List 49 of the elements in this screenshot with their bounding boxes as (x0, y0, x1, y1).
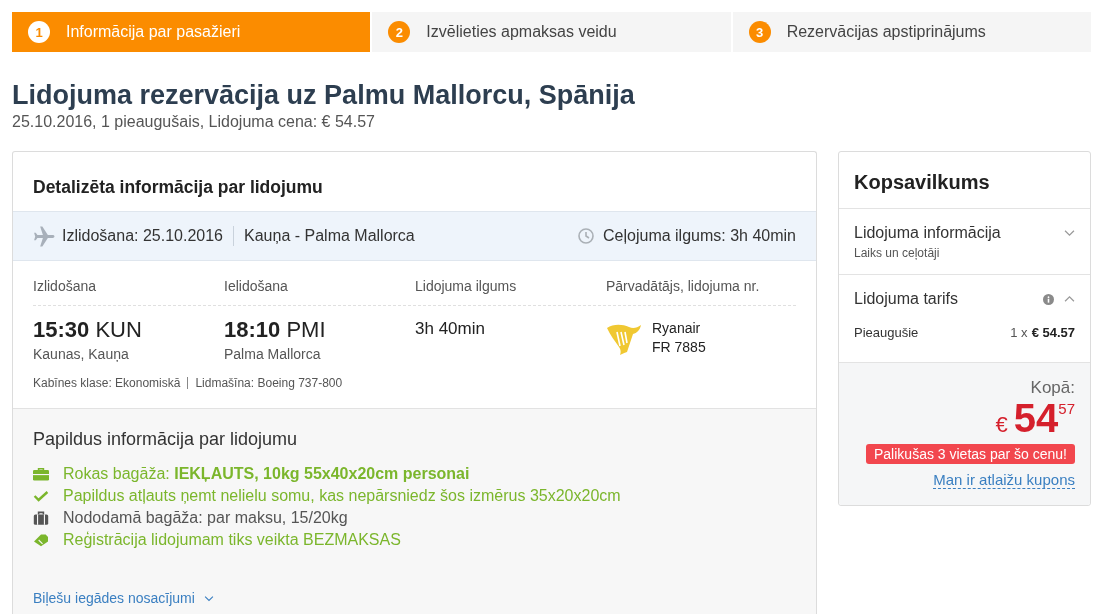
passenger-type: Pieaugušie (854, 325, 919, 341)
total-price: 54$^{57}$ (1013, 396, 1075, 440)
step-number: 2 (388, 21, 411, 43)
baggage-info-text: Nododamā bagāža: par maksu, 15/20kg (63, 508, 348, 528)
departure-time: 15:30 KUN (33, 318, 143, 342)
seats-left-alert: Palikušas 3 vietas par šo cenu! (866, 444, 1075, 464)
check-icon (33, 489, 49, 503)
step-label: Izvēlieties apmaksas veidu (426, 23, 617, 41)
cabin-class: Kabīnes klase: Ekonomiskā (33, 375, 181, 391)
flight-number: FR 7885 (652, 338, 706, 357)
suitcase-icon (33, 511, 49, 525)
column-header: Ielidošana (224, 277, 289, 295)
coupon-link[interactable]: Man ir atlaižu kupons (933, 471, 1075, 489)
summary-title: Kopsavilkums (839, 152, 1090, 209)
accordion-header[interactable]: Lidojuma informācija (854, 223, 1075, 243)
total-label: Kopā: (1029, 378, 1075, 398)
baggage-info-text: Reģistrācija lidojumam tiks veikta BEZMAKSAS (63, 530, 401, 550)
plane-icon (33, 225, 55, 247)
travel-time: Ceļojuma ilgums: 3h 40min (603, 227, 796, 245)
airline-name: Ryanair (652, 319, 702, 338)
column-header: Pārvadātājs, lidojuma nr. (606, 277, 761, 295)
section-title: Detalizēta informācija par lidojumu (32, 176, 324, 199)
column-header: Izlidošana (33, 277, 98, 295)
arrival-city: Palma Mallorca (224, 346, 322, 362)
briefcase-icon (33, 467, 49, 481)
step-number: 3 (748, 21, 771, 43)
section-title: Papildus informācija par lidojumu (33, 428, 299, 450)
aircraft-type: Lidmašīna: Boeing 737-800 (187, 377, 343, 389)
route-text: Kauņa - Palma Mallorca (233, 226, 415, 246)
ticket-icon (33, 533, 49, 547)
terms-link[interactable]: Biļešu iegādes nosacījumi (33, 589, 214, 607)
step-number: 1 (28, 21, 50, 43)
baggage-info-text: Papildus atļauts ņemt nelielu somu, kas nepārsniedz šos izmērus 35x20x20cm (63, 486, 621, 506)
page-title: Lidojuma rezervācija uz Palmu Mallorcu, Spānija (12, 80, 636, 111)
step-label: Rezervācijas apstiprinājums (786, 23, 986, 41)
currency-symbol: € (995, 412, 1008, 437)
fare-quantity: 1 x (1010, 325, 1028, 340)
column-header: Lidojuma ilgums (415, 277, 518, 295)
baggage-info-text: Rokas bagāža: IEKĻAUTS, 10kg 55x40x20cm personai (63, 464, 470, 484)
booking-summary-text: 25.10.2016, 1 pieaugušais, Lidojuma cena: € 54.57 (12, 113, 376, 131)
arrival-time: 18:10 PMI (224, 318, 327, 342)
flight-duration: 3h 40min (415, 318, 486, 340)
accordion-header[interactable]: Lidojuma tarifs (854, 289, 1075, 309)
clock-icon (578, 228, 594, 244)
section-subtitle: Laiks un ceļotāji (854, 246, 941, 260)
step-label: Informācija par pasažieri (66, 23, 241, 41)
fare-price: € 54.57 (1031, 325, 1075, 340)
departure-date: Izlidošana: 25.10.2016 (62, 227, 223, 245)
departure-city: Kaunas, Kauņa (33, 346, 130, 362)
